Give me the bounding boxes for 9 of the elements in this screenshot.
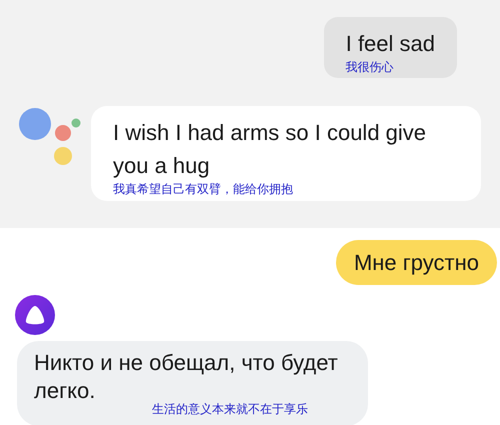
message-text: Мне грустно — [354, 249, 479, 277]
message-text: I feel sad — [346, 30, 435, 58]
translation-text: 生活的意义本来就不在于享乐 — [152, 402, 309, 416]
assistant-logo-icon — [15, 295, 55, 335]
translation-text: 我真希望自己有双臂，能给你拥抱 — [113, 182, 294, 197]
message-text: I wish I had arms so I could give you a hug — [113, 119, 428, 180]
assistant-logo-icon — [17, 106, 81, 166]
translation-text: 我很伤心 — [346, 60, 395, 74]
message-text: Никто и не обещал, что будет легко. — [34, 349, 339, 403]
